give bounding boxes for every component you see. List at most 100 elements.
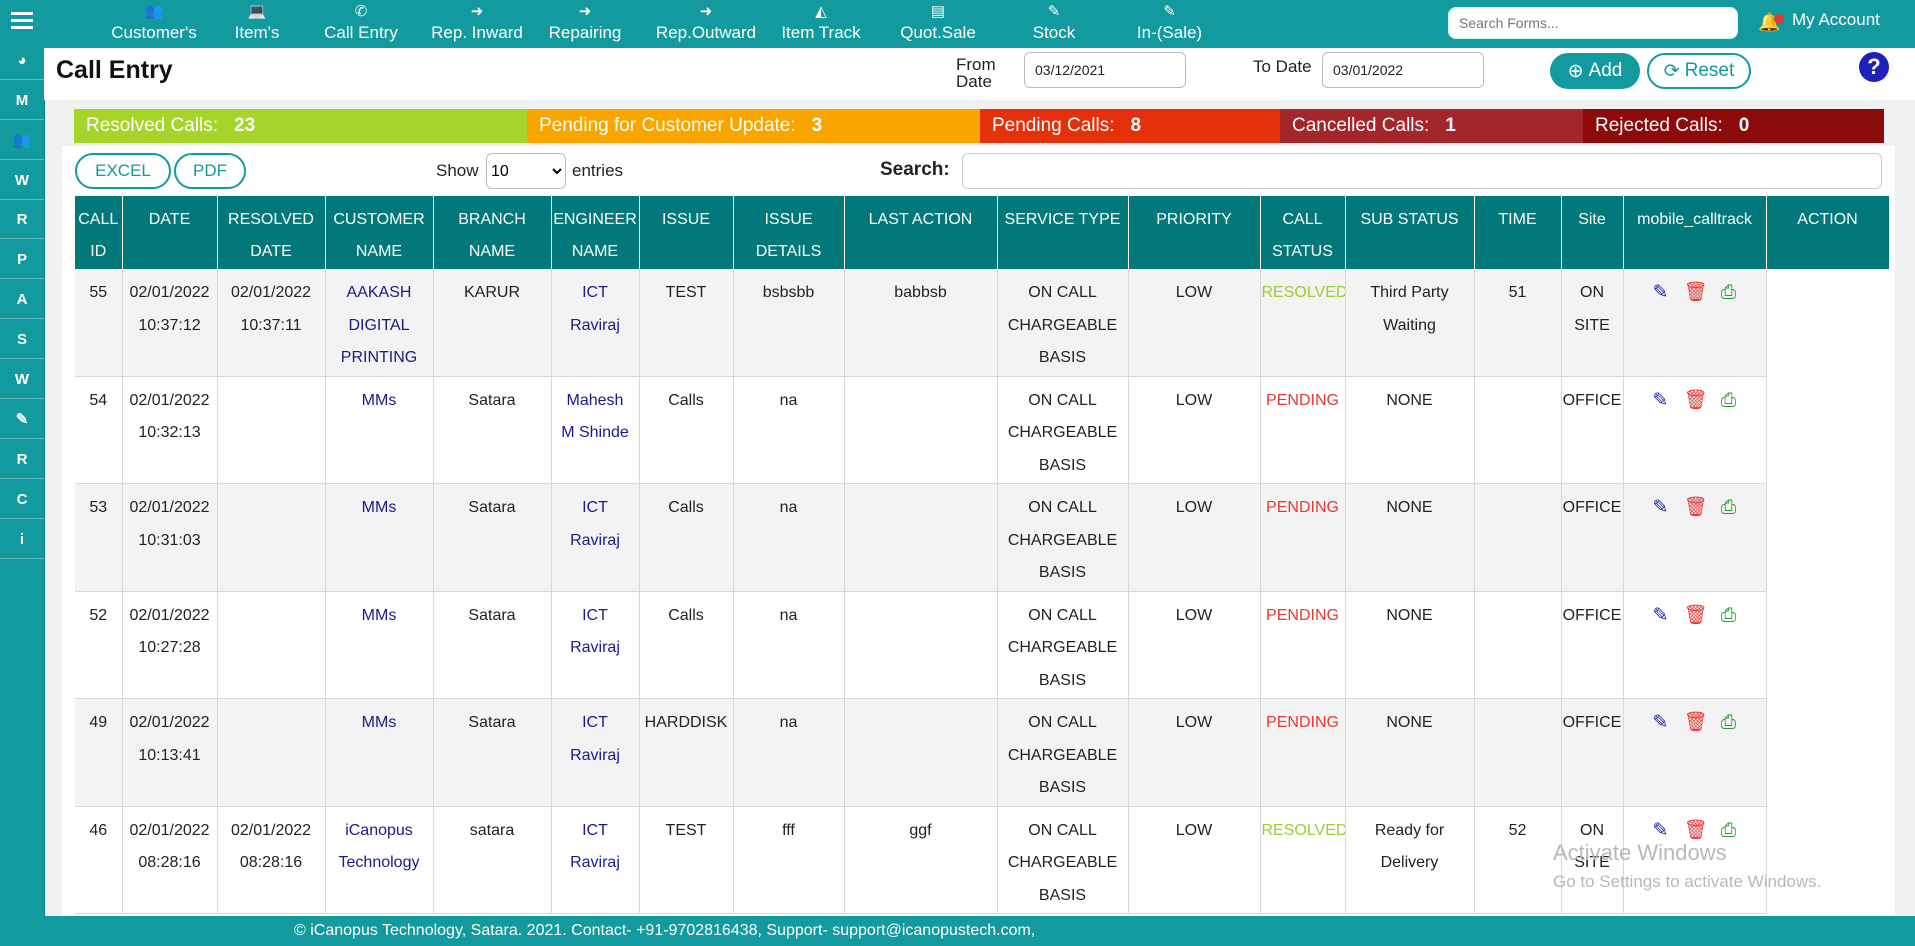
from-date-input[interactable] <box>1024 52 1186 88</box>
sidebar-a-icon[interactable]: A <box>0 280 44 319</box>
excel-export-button[interactable]: EXCEL <box>75 153 171 189</box>
customer-name-cell[interactable]: AAKASH DIGITAL PRINTING <box>325 269 434 377</box>
column-header[interactable]: Site <box>1561 196 1624 269</box>
reset-button[interactable]: ⟳ Reset <box>1647 53 1751 89</box>
print-icon[interactable]: ⎙ <box>1718 492 1740 525</box>
column-header[interactable]: ISSUE <box>639 196 734 269</box>
help-icon[interactable]: ? <box>1859 52 1889 82</box>
hamburger-menu-icon[interactable] <box>0 0 44 40</box>
nav-item-in-sale[interactable]: ✎ In-(Sale) <box>1112 2 1227 46</box>
customer-name-cell[interactable]: MMs <box>325 483 434 592</box>
date-cell: 02/01/2022 08:28:16 <box>122 806 218 914</box>
issue-details-cell: na <box>733 483 845 592</box>
print-icon[interactable]: ⎙ <box>1718 385 1740 418</box>
engineer-name-cell[interactable]: ICT Raviraj <box>551 269 640 377</box>
issue-cell: Calls <box>639 483 734 592</box>
site-cell: OFFICE <box>1561 483 1624 592</box>
column-header[interactable]: LAST ACTION <box>844 196 998 269</box>
sidebar-r-icon[interactable]: R <box>0 440 44 479</box>
delete-icon[interactable]: 🗑 <box>1684 277 1708 310</box>
table-row: 55 02/01/2022 10:37:12 02/01/2022 10:37:11 AA… <box>75 269 1889 377</box>
service-type-cell: ON CALL CHARGEABLE BASIS <box>997 483 1129 592</box>
search-forms-input[interactable] <box>1448 7 1738 39</box>
edit-icon[interactable]: ✎ <box>1650 707 1672 740</box>
laptop-icon: 💻 <box>247 3 267 20</box>
customer-name-cell[interactable]: MMs <box>325 698 434 807</box>
edit-icon[interactable]: ✎ <box>1650 277 1672 310</box>
nav-item-customer-s[interactable]: 👥 Customer's <box>94 2 214 46</box>
nav-item-item-track[interactable]: ◭ Item Track <box>766 2 876 46</box>
print-icon[interactable]: ⎙ <box>1718 277 1740 310</box>
column-header[interactable]: ISSUE DETAILS <box>733 196 845 269</box>
edit-icon[interactable]: ✎ <box>1650 492 1672 525</box>
delete-icon[interactable]: 🗑 <box>1684 385 1708 418</box>
column-header[interactable]: CALL STATUS <box>1260 196 1346 269</box>
nav-item-stock[interactable]: ✎ Stock <box>1009 2 1099 46</box>
column-header[interactable]: TIME <box>1474 196 1562 269</box>
nav-item-rep-inward[interactable]: ➜ Rep. Inward <box>412 2 542 46</box>
status-segment-resolved-calls[interactable]: Resolved Calls: 23 <box>74 109 527 143</box>
action-cell <box>1766 483 1889 591</box>
column-header[interactable]: RESOLVED DATE <box>217 196 326 269</box>
status-segment-pending-calls[interactable]: Pending Calls: 8 <box>980 109 1280 143</box>
nav-item-item-s[interactable]: 💻 Item's <box>212 2 302 46</box>
sidebar-m-icon[interactable]: M <box>0 81 44 120</box>
mobile-calltrack-cell: ✎ 🗑 ⎙ <box>1623 698 1767 807</box>
sidebar-r-icon[interactable]: R <box>0 200 44 239</box>
sidebar-wordpress-icon[interactable]: W <box>0 360 44 399</box>
sidebar-pie-chart-icon[interactable]: ◕ <box>0 41 44 80</box>
delete-icon[interactable]: 🗑 <box>1684 600 1708 633</box>
nav-item-repairing[interactable]: ➜ Repairing <box>535 2 635 46</box>
delete-icon[interactable]: 🗑 <box>1684 707 1708 740</box>
column-header[interactable]: mobile_calltrack <box>1623 196 1767 269</box>
column-header[interactable]: CUSTOMER NAME <box>325 196 434 269</box>
activate-windows-title: Activate Windows <box>1553 840 1727 865</box>
print-icon[interactable]: ⎙ <box>1718 707 1740 740</box>
sidebar-info-icon[interactable]: i <box>0 520 44 559</box>
column-header[interactable]: PRIORITY <box>1128 196 1261 269</box>
add-button[interactable]: ⊕ Add <box>1550 53 1640 89</box>
sidebar-users-icon[interactable]: 👥 <box>0 121 44 160</box>
customer-name-cell[interactable]: MMs <box>325 376 434 484</box>
column-header[interactable]: CALL ID <box>75 196 123 269</box>
nav-item-quot-sale[interactable]: ▤ Quot.Sale <box>883 2 993 46</box>
sidebar-s-icon[interactable]: S <box>0 320 44 359</box>
table-search-input[interactable] <box>962 153 1882 189</box>
to-date-input[interactable] <box>1322 52 1484 88</box>
column-header[interactable]: ACTION <box>1766 196 1890 269</box>
my-account-link[interactable]: My Account <box>1792 10 1880 30</box>
sidebar-edit-icon[interactable]: ✎ <box>0 400 44 439</box>
status-segment-rejected-calls[interactable]: Rejected Calls: 0 <box>1583 109 1884 143</box>
print-icon[interactable]: ⎙ <box>1718 600 1740 633</box>
edit-icon[interactable]: ✎ <box>1650 600 1672 633</box>
nav-item-call-entry[interactable]: ✆ Call Entry <box>306 2 416 46</box>
pdf-export-button[interactable]: PDF <box>174 153 246 189</box>
action-cell <box>1766 806 1889 914</box>
customer-name-cell[interactable]: MMs <box>325 591 434 699</box>
engineer-name-cell[interactable]: ICT Raviraj <box>551 591 640 699</box>
time-cell <box>1474 591 1562 699</box>
column-header[interactable]: ENGINEER NAME <box>551 196 640 269</box>
mobile-calltrack-cell: ✎ 🗑 ⎙ <box>1623 269 1767 377</box>
notification-dot <box>1774 14 1784 24</box>
status-count: 3 <box>811 115 823 136</box>
column-header[interactable]: BRANCH NAME <box>433 196 552 269</box>
engineer-name-cell[interactable]: Mahesh M Shinde <box>551 376 640 484</box>
sidebar-p-icon[interactable]: P <box>0 240 44 279</box>
sidebar-c-icon[interactable]: C <box>0 480 44 519</box>
entries-per-page-select[interactable]: 10 <box>486 153 566 189</box>
column-header[interactable]: SUB STATUS <box>1345 196 1475 269</box>
engineer-name-cell[interactable]: ICT Raviraj <box>551 483 640 592</box>
engineer-name-cell[interactable]: ICT Raviraj <box>551 698 640 807</box>
status-segment-cancelled-calls[interactable]: Cancelled Calls: 1 <box>1280 109 1583 143</box>
column-header[interactable]: SERVICE TYPE <box>997 196 1129 269</box>
delete-icon[interactable]: 🗑 <box>1684 492 1708 525</box>
edit-icon[interactable]: ✎ <box>1650 385 1672 418</box>
engineer-name-cell[interactable]: ICT Raviraj <box>551 806 640 914</box>
sub-status-cell: NONE <box>1345 376 1475 484</box>
nav-item-rep-outward[interactable]: ➜ Rep.Outward <box>641 2 771 46</box>
column-header[interactable]: DATE <box>122 196 218 269</box>
sidebar-wordpress-icon[interactable]: W <box>0 161 44 200</box>
customer-name-cell[interactable]: iCanopus Technology <box>325 806 434 914</box>
status-segment-pending-for-customer-update[interactable]: Pending for Customer Update: 3 <box>527 109 980 143</box>
